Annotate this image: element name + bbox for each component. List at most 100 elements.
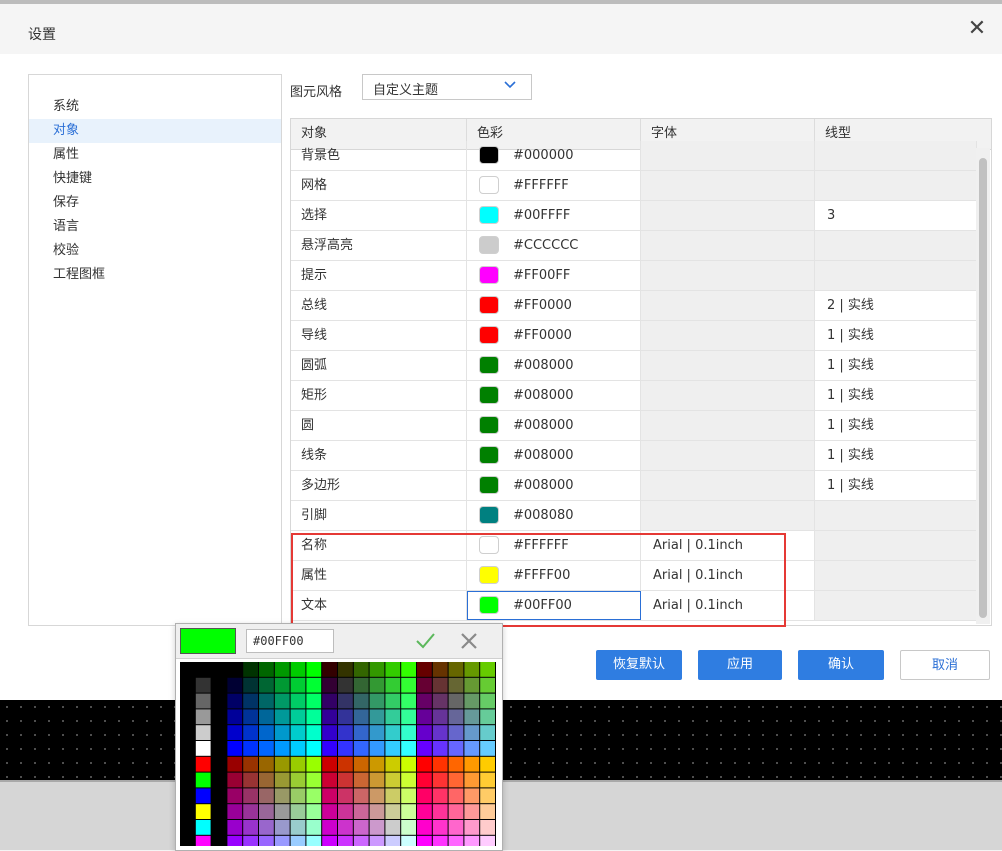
palette-cell[interactable]: [227, 725, 243, 740]
palette-cell[interactable]: [195, 756, 211, 772]
palette-cell[interactable]: [243, 693, 258, 709]
palette-cell[interactable]: [432, 741, 448, 756]
palette-cell[interactable]: [274, 741, 290, 756]
palette-cell[interactable]: [211, 756, 227, 772]
palette-cell[interactable]: [432, 772, 448, 788]
palette-cell[interactable]: [274, 662, 290, 677]
palette-cell[interactable]: [385, 820, 401, 835]
palette-cell[interactable]: [448, 725, 464, 740]
color-cell[interactable]: #008000: [467, 381, 641, 410]
color-swatch[interactable]: [479, 596, 499, 614]
palette-cell[interactable]: [227, 788, 243, 804]
palette-cell[interactable]: [385, 741, 401, 756]
palette-cell[interactable]: [353, 772, 369, 788]
palette-cell[interactable]: [306, 772, 322, 788]
palette-cell[interactable]: [180, 725, 195, 740]
palette-cell[interactable]: [338, 756, 353, 772]
palette-cell[interactable]: [464, 756, 480, 772]
palette-cell[interactable]: [432, 725, 448, 740]
color-swatch[interactable]: [479, 146, 499, 164]
nav-item-objects[interactable]: 对象: [29, 119, 281, 143]
line-type-cell[interactable]: 1 | 实线: [815, 321, 977, 350]
palette-cell[interactable]: [353, 693, 369, 709]
palette-cell[interactable]: [338, 804, 353, 819]
palette-cell[interactable]: [353, 788, 369, 804]
palette-cell[interactable]: [306, 709, 322, 725]
palette-cell[interactable]: [448, 835, 464, 846]
palette-cell[interactable]: [306, 835, 322, 846]
palette-cell[interactable]: [401, 725, 416, 740]
palette-cell[interactable]: [480, 756, 495, 772]
palette-cell[interactable]: [448, 741, 464, 756]
palette-cell[interactable]: [227, 693, 243, 709]
palette-cell[interactable]: [338, 677, 353, 693]
palette-cell[interactable]: [464, 725, 480, 740]
palette-cell[interactable]: [180, 788, 195, 804]
palette-cell[interactable]: [259, 741, 274, 756]
palette-cell[interactable]: [401, 756, 416, 772]
nav-item-attributes[interactable]: 属性: [29, 143, 281, 167]
palette-cell[interactable]: [290, 693, 306, 709]
color-cell[interactable]: #008000: [467, 411, 641, 440]
palette-cell[interactable]: [211, 741, 227, 756]
line-type-cell[interactable]: 1 | 实线: [815, 411, 977, 440]
palette-cell[interactable]: [322, 662, 337, 677]
palette-cell[interactable]: [180, 820, 195, 835]
palette-cell[interactable]: [243, 725, 258, 740]
palette-cell[interactable]: [227, 820, 243, 835]
palette-cell[interactable]: [369, 693, 385, 709]
palette-cell[interactable]: [306, 693, 322, 709]
palette-cell[interactable]: [274, 788, 290, 804]
color-cell[interactable]: #FFFFFF: [467, 171, 641, 200]
palette-cell[interactable]: [227, 835, 243, 846]
table-row[interactable]: 提示 #FF00FF: [291, 261, 977, 291]
color-cell[interactable]: #008000: [467, 441, 641, 470]
color-palette-svg[interactable]: [180, 662, 496, 846]
palette-cell[interactable]: [432, 662, 448, 677]
palette-cell[interactable]: [338, 820, 353, 835]
palette-cell[interactable]: [464, 662, 480, 677]
palette-cell[interactable]: [385, 835, 401, 846]
color-swatch[interactable]: [479, 176, 499, 194]
palette-cell[interactable]: [464, 820, 480, 835]
palette-cell[interactable]: [385, 788, 401, 804]
palette-cell[interactable]: [369, 709, 385, 725]
palette-cell[interactable]: [180, 835, 195, 846]
palette-cell[interactable]: [290, 820, 306, 835]
palette-cell[interactable]: [322, 756, 337, 772]
cancel-button[interactable]: 取消: [900, 650, 990, 680]
palette-cell[interactable]: [464, 788, 480, 804]
palette-cell[interactable]: [290, 662, 306, 677]
palette-cell[interactable]: [338, 788, 353, 804]
palette-cell[interactable]: [480, 788, 495, 804]
palette-cell[interactable]: [432, 693, 448, 709]
palette-cell[interactable]: [322, 788, 337, 804]
palette-cell[interactable]: [274, 709, 290, 725]
palette-cell[interactable]: [369, 788, 385, 804]
palette-cell[interactable]: [322, 820, 337, 835]
palette-cell[interactable]: [211, 677, 227, 693]
table-row[interactable]: 属性 #FFFF00 Arial | 0.1inch: [291, 561, 977, 591]
palette-cell[interactable]: [464, 804, 480, 819]
palette-cell[interactable]: [464, 709, 480, 725]
palette-cell[interactable]: [385, 662, 401, 677]
table-row[interactable]: 矩形 #008000 1 | 实线: [291, 381, 977, 411]
palette-cell[interactable]: [353, 709, 369, 725]
palette-cell[interactable]: [432, 835, 448, 846]
palette-cell[interactable]: [480, 820, 495, 835]
table-row[interactable]: 网格 #FFFFFF: [291, 171, 977, 201]
palette-cell[interactable]: [243, 709, 258, 725]
palette-cell[interactable]: [227, 756, 243, 772]
palette-cell[interactable]: [211, 804, 227, 819]
palette-cell[interactable]: [211, 662, 227, 677]
color-swatch[interactable]: [479, 236, 499, 254]
palette-cell[interactable]: [259, 772, 274, 788]
color-swatch[interactable]: [479, 476, 499, 494]
palette-cell[interactable]: [448, 756, 464, 772]
palette-cell[interactable]: [290, 677, 306, 693]
palette-cell[interactable]: [195, 788, 211, 804]
palette-cell[interactable]: [401, 662, 416, 677]
palette-cell[interactable]: [259, 709, 274, 725]
palette-cell[interactable]: [180, 741, 195, 756]
palette-cell[interactable]: [195, 820, 211, 835]
